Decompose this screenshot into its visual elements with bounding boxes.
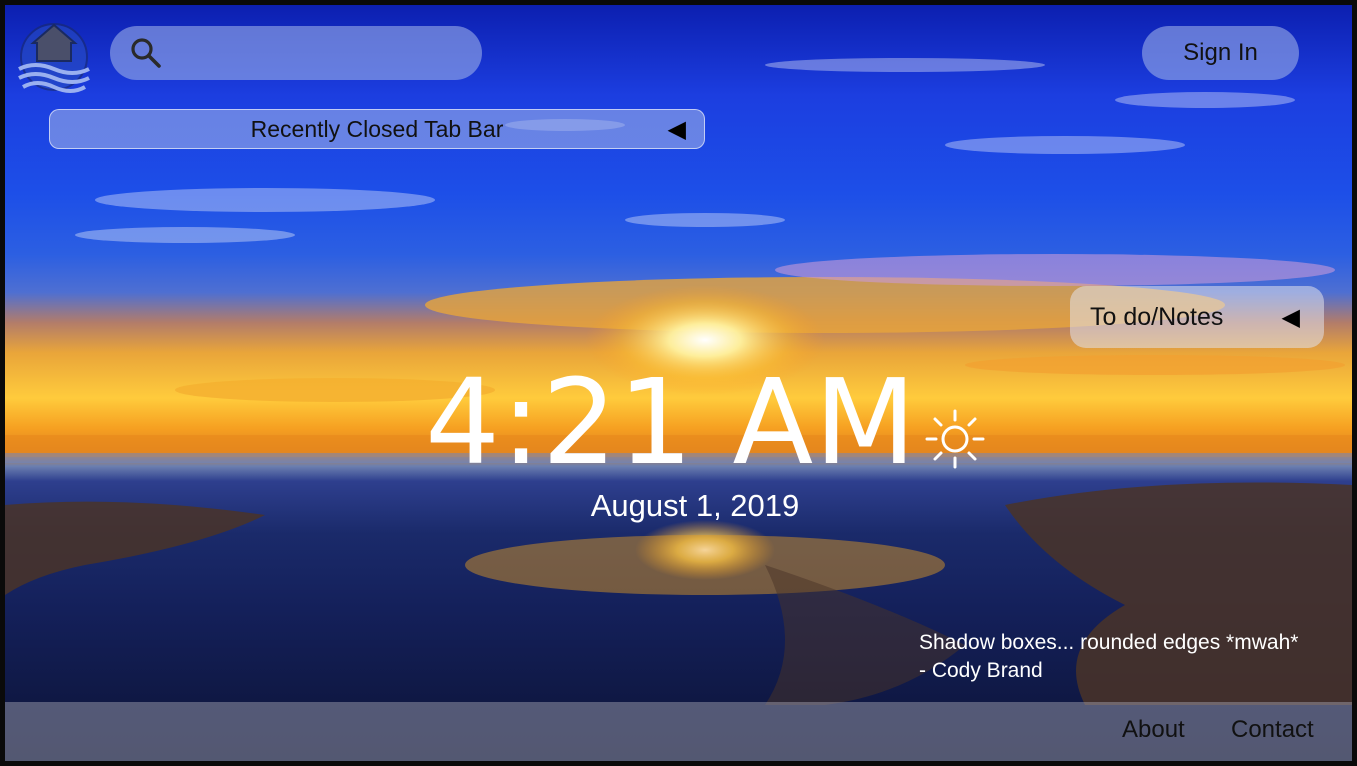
contact-link[interactable]: Contact [1231,716,1314,744]
sun-icon[interactable] [923,407,987,471]
todo-notes-label: To do/Notes [1090,302,1224,331]
recently-closed-tab-bar[interactable]: Recently Closed Tab Bar ◀ [49,109,705,149]
todo-notes-panel[interactable]: To do/Notes ◀ [1070,286,1324,348]
quote-text: Shadow boxes... rounded edges *mwah* [919,631,1299,654]
collapse-arrow-icon[interactable]: ◀ [668,116,686,144]
search-input[interactable] [164,26,482,80]
sun-reflection [635,520,775,580]
recently-closed-tab-bar-label: Recently Closed Tab Bar [250,115,504,142]
clock-time: 4:21 AM [425,353,918,491]
about-link[interactable]: About [1122,716,1185,744]
search-bar[interactable] [110,26,482,80]
quote-block: Shadow boxes... rounded edges *mwah* - C… [919,629,1352,685]
footer-bar: About Contact [5,702,1352,761]
search-icon[interactable] [128,35,164,71]
quote-author: - Cody Brand [919,659,1043,682]
cloud-wisps [75,58,1295,243]
sign-in-button[interactable]: Sign In [1142,26,1299,80]
clock-date: August 1, 2019 [590,488,800,523]
new-tab-page: Sign In Recently Closed Tab Bar ◀ To do/… [0,0,1357,766]
expand-arrow-icon[interactable]: ◀ [1282,303,1300,332]
house-waves-logo-icon[interactable] [15,13,93,97]
